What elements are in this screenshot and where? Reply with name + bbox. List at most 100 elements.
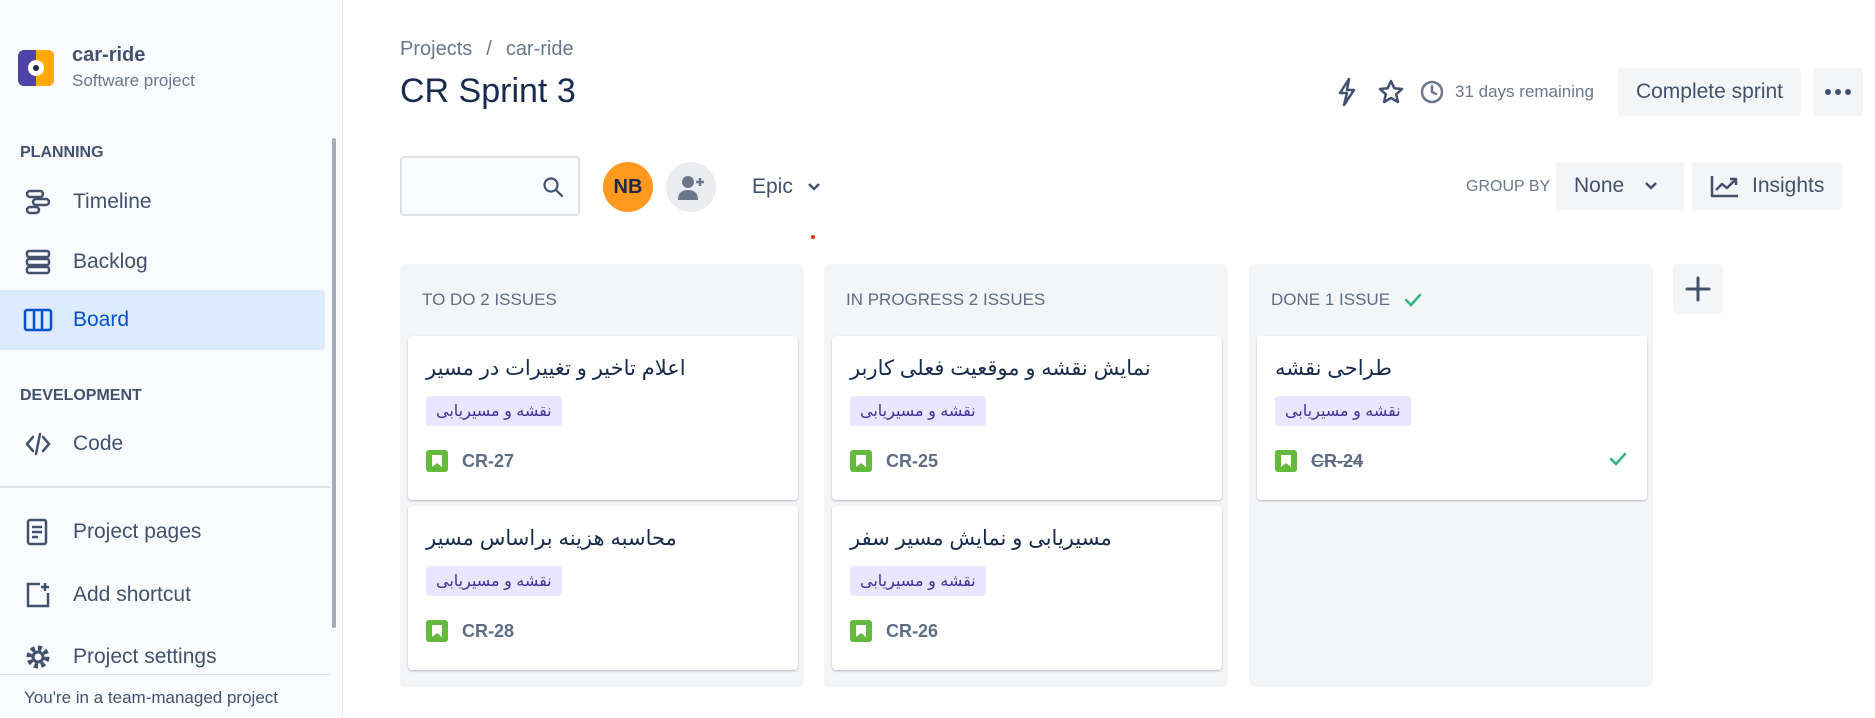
more-actions-button[interactable]	[1813, 68, 1863, 116]
clock-icon	[1419, 79, 1445, 105]
epic-filter-dropdown[interactable]: Epic	[740, 162, 833, 212]
board-icon	[22, 304, 54, 336]
plus-icon	[1684, 275, 1712, 303]
breadcrumb-project[interactable]: car-ride	[506, 38, 574, 61]
page-title: CR Sprint 3	[400, 72, 576, 110]
sidebar-item-project-settings[interactable]: Project settings	[0, 627, 325, 687]
development-section-title: DEVELOPMENT	[20, 387, 142, 404]
issue-footer: CR-25	[850, 450, 938, 472]
add-column-button[interactable]	[1673, 264, 1723, 314]
issue-footer: CR-27	[426, 450, 514, 472]
automation-button[interactable]	[1325, 70, 1369, 114]
issue-key[interactable]: CR-24	[1311, 451, 1363, 472]
sidebar-item-project-pages[interactable]: Project pages	[0, 502, 325, 562]
issue-title: طراحی نقشه	[1275, 357, 1392, 380]
column-header: TO DO 2 ISSUES	[400, 264, 804, 336]
done-check-icon	[1609, 452, 1627, 466]
story-icon	[850, 620, 872, 642]
star-button[interactable]	[1369, 70, 1413, 114]
add-people-button[interactable]	[666, 162, 716, 212]
issue-key[interactable]: CR-27	[462, 451, 514, 472]
column-header: DONE 1 ISSUE	[1249, 264, 1653, 336]
timeline-icon	[22, 186, 54, 218]
search-box	[400, 156, 580, 216]
sidebar: car-ride Software project PLANNING Timel…	[0, 0, 343, 718]
add-shortcut-icon	[22, 579, 54, 611]
issue-title: مسیریابی و نمایش مسیر سفر	[850, 527, 1112, 550]
sidebar-item-code[interactable]: Code	[0, 414, 325, 474]
avatar[interactable]: NB	[603, 162, 653, 212]
issue-card[interactable]: محاسبه هزینه براساس مسیر نقشه و مسیریابی…	[408, 506, 798, 670]
more-icon	[1824, 88, 1852, 96]
column-in-progress: IN PROGRESS 2 ISSUES نمایش نقشه و موقعیت…	[824, 264, 1228, 687]
sidebar-item-label: Add shortcut	[73, 583, 191, 606]
project-header[interactable]: car-ride Software project	[18, 44, 195, 91]
sidebar-item-timeline[interactable]: Timeline	[0, 172, 325, 232]
sidebar-item-label: Board	[73, 308, 130, 331]
check-icon	[1404, 293, 1422, 307]
sidebar-scrollbar[interactable]	[332, 138, 336, 628]
sidebar-item-label: Timeline	[73, 190, 152, 213]
issue-footer: CR-28	[426, 620, 514, 642]
epic-badge: نقشه و مسیریابی	[850, 566, 986, 596]
issue-card[interactable]: مسیریابی و نمایش مسیر سفر نقشه و مسیریاب…	[832, 506, 1222, 670]
column-header-label: TO DO 2 ISSUES	[422, 290, 557, 309]
column-header-label: DONE 1 ISSUE	[1271, 290, 1391, 309]
epic-badge: نقشه و مسیریابی	[850, 396, 986, 426]
issue-footer: CR-26	[850, 620, 938, 642]
breadcrumb: Projects / car-ride	[400, 38, 574, 61]
sidebar-divider	[0, 486, 330, 488]
insights-button[interactable]: Insights	[1692, 162, 1842, 210]
add-person-icon	[676, 172, 706, 202]
planning-section-title: PLANNING	[20, 144, 104, 161]
issue-card[interactable]: طراحی نقشه نقشه و مسیریابی CR-24	[1257, 336, 1647, 500]
complete-sprint-button[interactable]: Complete sprint	[1617, 68, 1801, 116]
epic-filter-label: Epic	[752, 175, 793, 198]
issue-footer: CR-24	[1275, 450, 1363, 472]
sidebar-item-add-shortcut[interactable]: Add shortcut	[0, 565, 325, 625]
lightning-icon	[1334, 77, 1360, 107]
groupby-select[interactable]: None	[1556, 162, 1684, 210]
days-remaining-text: 31 days remaining	[1455, 82, 1594, 101]
sidebar-item-label: Project settings	[73, 645, 217, 668]
code-icon	[22, 428, 54, 460]
issue-card[interactable]: نمایش نقشه و موقعیت فعلی کاربر نقشه و مس…	[832, 336, 1222, 500]
story-icon	[426, 620, 448, 642]
groupby-value: None	[1574, 174, 1625, 197]
epic-badge: نقشه و مسیریابی	[1275, 396, 1411, 426]
project-type: Software project	[72, 71, 195, 90]
breadcrumb-separator: /	[486, 38, 492, 60]
story-icon	[1275, 450, 1297, 472]
issue-key[interactable]: CR-28	[462, 621, 514, 642]
issue-title: نمایش نقشه و موقعیت فعلی کاربر	[850, 357, 1151, 380]
chevron-down-icon	[1644, 181, 1658, 191]
issue-title: اعلام تاخیر و تغییرات در مسیر	[426, 357, 686, 380]
sprint-actions: 31 days remaining Complete sprint	[1325, 68, 1863, 116]
search-input[interactable]	[402, 158, 532, 214]
story-icon	[426, 450, 448, 472]
groupby-label: GROUP BY	[1466, 178, 1551, 195]
story-icon	[850, 450, 872, 472]
issue-title: محاسبه هزینه براساس مسیر	[426, 527, 677, 550]
footer-divider	[0, 674, 330, 675]
search-icon	[542, 176, 564, 203]
indicator-dot	[811, 235, 815, 239]
days-remaining: 31 days remaining	[1419, 79, 1594, 105]
column-header-label: IN PROGRESS 2 ISSUES	[846, 290, 1046, 309]
issue-key[interactable]: CR-25	[886, 451, 938, 472]
sidebar-item-board[interactable]: Board	[0, 290, 325, 350]
sidebar-item-backlog[interactable]: Backlog	[0, 232, 325, 292]
sidebar-item-label: Backlog	[73, 250, 148, 273]
chevron-down-icon	[807, 182, 821, 192]
pages-icon	[22, 516, 54, 548]
column-done: DONE 1 ISSUE طراحی نقشه نقشه و مسیریابی …	[1249, 264, 1653, 687]
team-managed-note: You're in a team-managed project	[24, 688, 278, 707]
issue-card[interactable]: اعلام تاخیر و تغییرات در مسیر نقشه و مسی…	[408, 336, 798, 500]
issue-key[interactable]: CR-26	[886, 621, 938, 642]
column-header: IN PROGRESS 2 ISSUES	[824, 264, 1228, 336]
breadcrumb-projects[interactable]: Projects	[400, 38, 472, 61]
column-todo: TO DO 2 ISSUES اعلام تاخیر و تغییرات در …	[400, 264, 804, 687]
sidebar-item-label: Project pages	[73, 520, 202, 543]
epic-badge: نقشه و مسیریابی	[426, 396, 562, 426]
insights-icon	[1710, 174, 1740, 198]
